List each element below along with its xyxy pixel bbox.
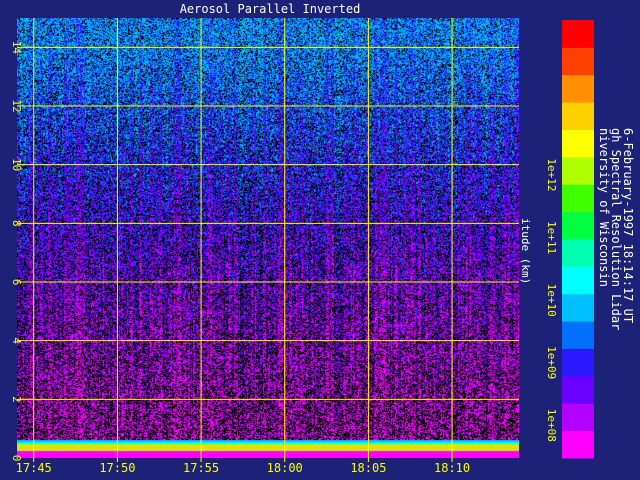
colorbar-segment — [562, 47, 594, 76]
x-tick-label: 17:50 — [99, 461, 135, 475]
plot-area — [17, 18, 519, 458]
y-axis-label: itude (km) — [519, 218, 532, 284]
y-tick-label: 4 — [10, 337, 23, 344]
x-tick-label: 18:05 — [350, 461, 386, 475]
colorbar-segment — [562, 211, 594, 240]
x-tick-label: 18:10 — [434, 461, 470, 475]
colorbar-segment — [562, 184, 594, 213]
annotation-timestamp: 6-February-1997 18:14:17 UT — [621, 128, 635, 323]
annotation-instrument: gh Spectral Resolution Lidar — [609, 128, 623, 330]
colorbar-tick-label: 1e+09 — [545, 346, 558, 379]
colorbar-segment — [562, 403, 594, 432]
colorbar — [562, 20, 594, 459]
lidar-chart: Aerosol Parallel Inverted 02468101214 17… — [10, 2, 635, 475]
colorbar-ticks: 1e+08 1e+09 1e+10 1e+11 1e+12 — [545, 158, 558, 441]
colorbar-segment — [562, 375, 594, 404]
colorbar-tick-label: 1e+10 — [545, 284, 558, 317]
colorbar-segment — [562, 430, 594, 459]
colorbar-segment — [562, 102, 594, 130]
x-axis-ticks: 17:45 17:50 17:55 18:00 18:05 18:10 — [16, 458, 470, 475]
colorbar-segment — [562, 239, 594, 267]
colorbar-tick-label: 1e+12 — [545, 158, 558, 191]
chart-title: Aerosol Parallel Inverted — [180, 2, 361, 16]
colorbar-tick-label: 1e+08 — [545, 409, 558, 442]
heatmap-image — [17, 18, 519, 458]
y-tick-label: 6 — [10, 279, 23, 286]
colorbar-segment — [562, 293, 594, 322]
colorbar-segment — [562, 156, 594, 185]
y-tick-label: 8 — [10, 220, 23, 227]
colorbar-segment — [562, 321, 594, 349]
colorbar-segment — [562, 129, 594, 158]
colorbar-tick-label: 1e+11 — [545, 221, 558, 254]
y-tick-label: 10 — [10, 158, 23, 171]
colorbar-segment — [562, 266, 594, 295]
x-tick-label: 17:45 — [16, 461, 52, 475]
colorbar-segment — [562, 348, 594, 377]
y-tick-label: 14 — [10, 41, 23, 55]
annotation-block: niversity of Wisconsin gh Spectral Resol… — [597, 128, 635, 330]
x-tick-label: 18:00 — [267, 461, 303, 475]
y-tick-label: 12 — [10, 99, 23, 112]
colorbar-segment — [562, 20, 594, 48]
annotation-institution: niversity of Wisconsin — [597, 128, 611, 287]
colorbar-segment — [562, 74, 594, 103]
x-tick-label: 17:55 — [183, 461, 219, 475]
y-tick-label: 2 — [10, 396, 23, 403]
